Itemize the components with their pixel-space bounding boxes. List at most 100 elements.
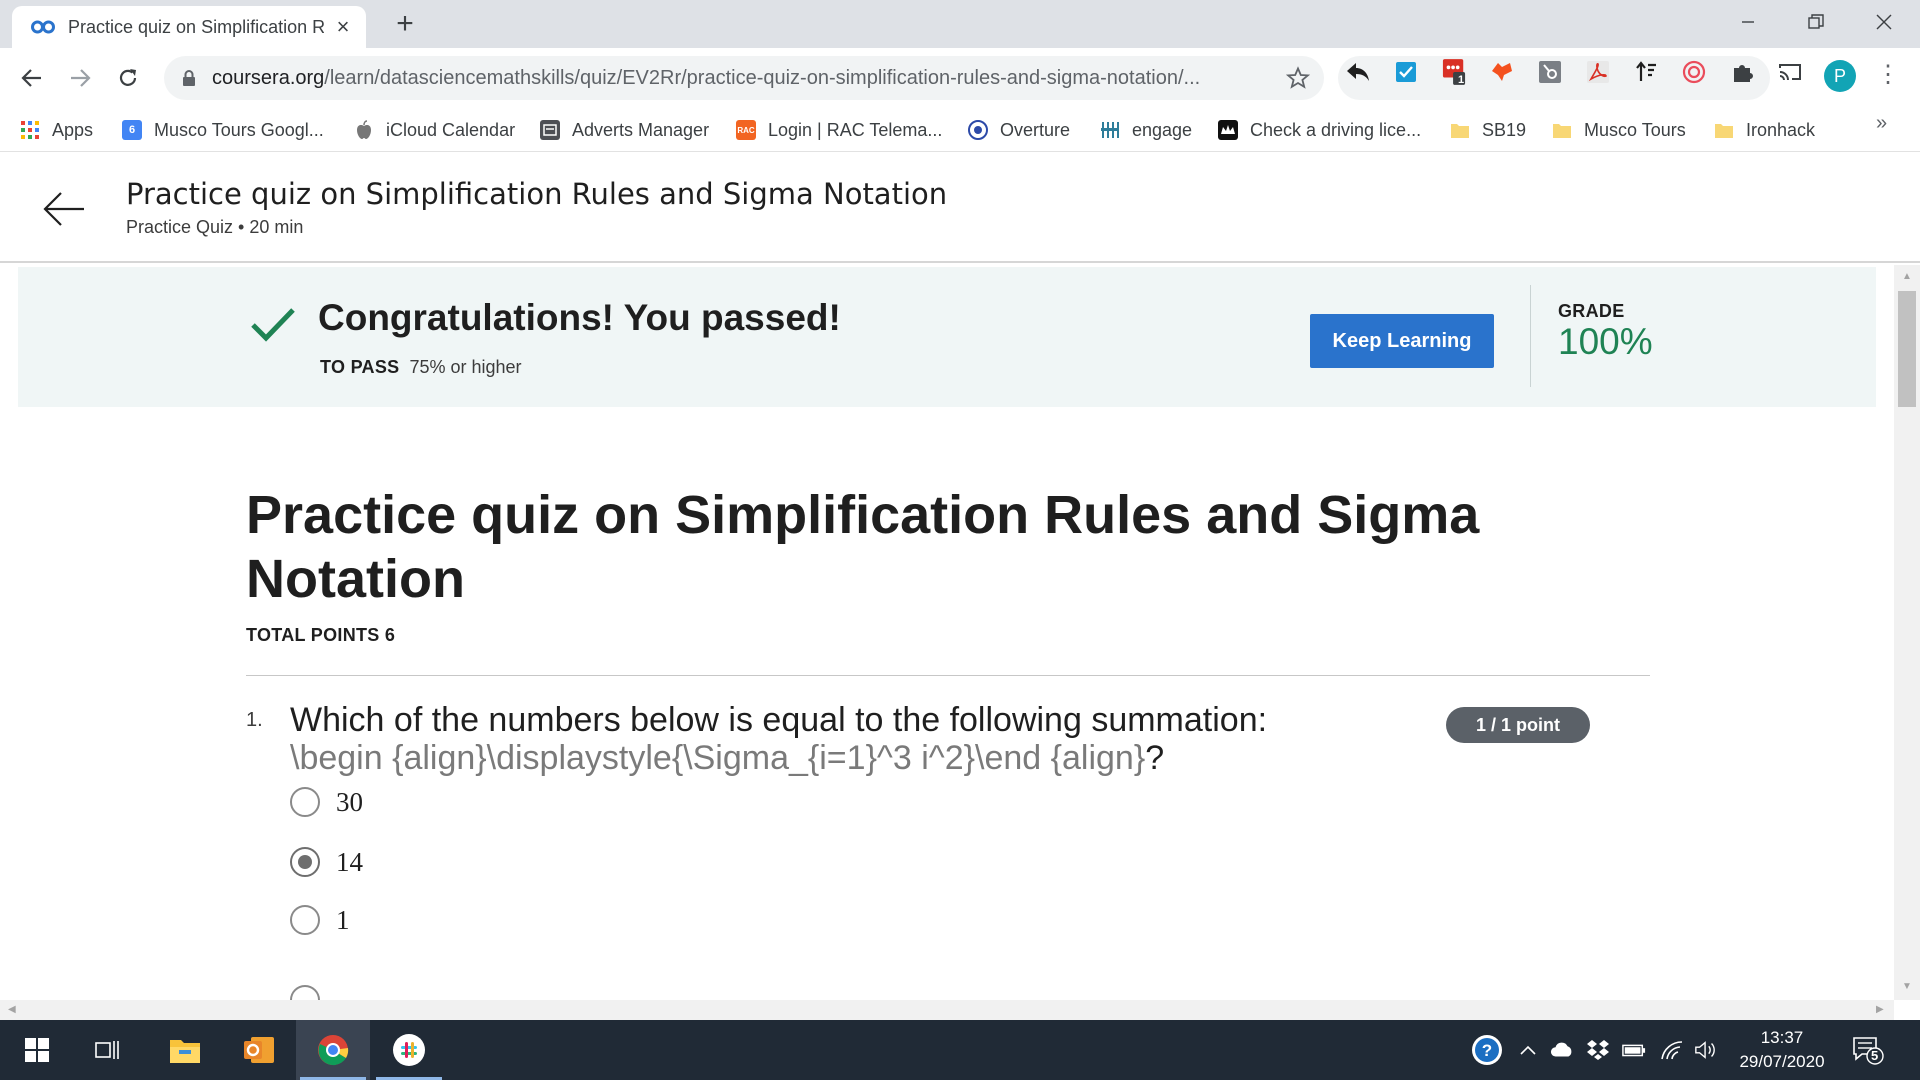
help-icon[interactable]: ? <box>1470 1033 1504 1067</box>
bookmark-label: Musco Tours <box>1584 119 1686 140</box>
adverts-manager-icon <box>540 120 560 140</box>
checkbox-extension-icon[interactable] <box>1394 60 1418 84</box>
quiz-title: Practice quiz on Simplification Rules an… <box>246 485 1480 609</box>
bookmark-rac-telematics[interactable]: RAC Login | RAC Telema... <box>736 116 942 144</box>
grade-label: GRADE <box>1558 301 1625 321</box>
outlook-app-icon[interactable] <box>222 1020 296 1080</box>
bookmark-apps[interactable]: Apps <box>20 116 93 144</box>
new-tab-button[interactable]: + <box>390 9 420 40</box>
notification-center-icon[interactable]: 5 <box>1852 1036 1884 1066</box>
windows-start-icon[interactable] <box>0 1020 74 1080</box>
browser-tab[interactable]: Practice quiz on Simplification Rules an… <box>12 6 366 48</box>
bookmark-check-driving-licence[interactable]: Check a driving lice... <box>1218 116 1421 144</box>
keep-learning-button[interactable]: Keep Learning <box>1310 314 1494 368</box>
bookmark-adverts-manager[interactable]: Adverts Manager <box>540 116 709 144</box>
scroll-down-icon[interactable]: ▼ <box>1902 981 1912 992</box>
extensions-puzzle-icon[interactable] <box>1730 60 1754 84</box>
answer-option-selected[interactable]: 14 <box>290 845 363 879</box>
bookmark-folder-musco-tours[interactable]: Musco Tours <box>1552 116 1686 144</box>
bookmarks-overflow-button[interactable]: » <box>1876 112 1887 135</box>
pdf-extension-icon[interactable] <box>1586 60 1610 84</box>
windows-taskbar: ? 13:37 29/07/2020 5 <box>0 1020 1920 1080</box>
bookmark-label: Musco Tours Googl... <box>154 119 324 140</box>
back-arrow-icon[interactable] <box>42 189 86 229</box>
scroll-left-icon[interactable]: ◀ <box>8 1004 16 1015</box>
minimize-icon[interactable] <box>1714 0 1782 44</box>
horizontal-scrollbar[interactable]: ◀ ▶ <box>0 1000 1894 1020</box>
volume-icon[interactable] <box>1694 1038 1718 1062</box>
forward-icon[interactable] <box>64 62 96 94</box>
wifi-icon[interactable] <box>1660 1038 1684 1062</box>
option-label: 14 <box>336 846 363 877</box>
hubspot-extension-icon[interactable] <box>1538 60 1562 84</box>
scroll-right-icon[interactable]: ▶ <box>1876 1004 1884 1015</box>
chevron-up-icon[interactable] <box>1516 1038 1540 1062</box>
bookmark-folder-ironhack[interactable]: Ironhack <box>1714 116 1815 144</box>
question-number: 1. <box>246 709 263 731</box>
scrollbar-thumb[interactable] <box>1898 291 1916 407</box>
bookmark-label: Login | RAC Telema... <box>768 119 943 140</box>
restore-icon[interactable] <box>1782 0 1850 44</box>
address-bar[interactable]: coursera.org/learn/datasciencemathskills… <box>164 56 1324 100</box>
scroll-up-icon[interactable]: ▲ <box>1902 271 1912 282</box>
question-text: Which of the numbers below is equal to t… <box>290 701 1390 777</box>
overture-icon <box>968 120 988 140</box>
cast-icon[interactable] <box>1778 60 1802 84</box>
bookmark-label: Check a driving lice... <box>1250 119 1422 140</box>
back-icon[interactable] <box>16 62 48 94</box>
vertical-scrollbar[interactable]: ▲ ▼ <box>1894 265 1920 1000</box>
window-close-icon[interactable] <box>1850 0 1918 44</box>
browser-menu-icon[interactable]: ⋮ <box>1876 60 1900 92</box>
onedrive-cloud-icon[interactable] <box>1550 1038 1574 1062</box>
bookmark-label: Overture <box>1000 119 1071 140</box>
task-view-icon[interactable] <box>70 1020 144 1080</box>
bookmark-folder-sb19[interactable]: SB19 <box>1450 116 1526 144</box>
engage-icon <box>1100 120 1120 140</box>
calendar-extension-icon[interactable]: 1 <box>1442 59 1466 86</box>
answer-option[interactable]: 30 <box>290 785 363 819</box>
answer-option-partial[interactable] <box>290 983 320 1000</box>
dropbox-icon[interactable] <box>1586 1038 1610 1062</box>
fox-extension-icon[interactable] <box>1490 60 1514 84</box>
file-explorer-icon[interactable] <box>148 1020 222 1080</box>
question-prompt: Which of the numbers below is equal to t… <box>290 701 1268 739</box>
bookmark-musco-tours-google[interactable]: 6 Musco Tours Googl... <box>122 116 324 144</box>
tab-close-icon[interactable]: × <box>332 16 354 38</box>
answer-option[interactable]: 1 <box>290 903 350 937</box>
bookmark-star-icon[interactable] <box>1286 66 1310 90</box>
apple-icon <box>354 120 374 140</box>
folder-icon <box>1450 120 1470 140</box>
folder-icon <box>1552 120 1572 140</box>
option-label: 1 <box>336 904 350 935</box>
bookmark-icloud-calendar[interactable]: iCloud Calendar <box>354 116 515 144</box>
radio-button[interactable] <box>290 985 320 1000</box>
folder-icon <box>1714 120 1734 140</box>
reload-icon[interactable] <box>112 62 144 94</box>
banner-divider <box>1530 285 1531 387</box>
question-suffix: ? <box>1145 739 1165 777</box>
bookmark-label: SB19 <box>1482 119 1527 140</box>
radio-button[interactable] <box>290 905 320 935</box>
rac-logo-icon: RAC <box>736 120 756 140</box>
sort-extension-icon[interactable] <box>1634 60 1658 84</box>
reply-extension-icon[interactable] <box>1346 60 1370 84</box>
spiral-extension-icon[interactable] <box>1682 60 1706 84</box>
system-clock[interactable]: 13:37 29/07/2020 <box>1726 1026 1838 1074</box>
coursera-favicon-icon <box>31 20 55 34</box>
bookmarks-bar: Apps 6 Musco Tours Googl... iCloud Calen… <box>0 108 1920 152</box>
main-content[interactable]: Congratulations! You passed! TO PASS 75% … <box>0 265 1894 1000</box>
slack-app-icon[interactable] <box>372 1020 446 1080</box>
lock-icon <box>183 70 195 86</box>
url-path: /learn/datasciencemathskills/quiz/EV2Rr/… <box>324 66 1201 89</box>
profile-avatar[interactable]: P <box>1824 60 1856 92</box>
extension-badge: 1 <box>1458 74 1465 86</box>
bookmark-engage[interactable]: engage <box>1100 116 1192 144</box>
grade-value: 100% <box>1558 321 1653 362</box>
bookmark-overture[interactable]: Overture <box>968 116 1070 144</box>
apps-grid-icon <box>20 120 40 140</box>
radio-button-checked[interactable] <box>290 847 320 877</box>
battery-icon[interactable] <box>1622 1038 1646 1062</box>
radio-button[interactable] <box>290 787 320 817</box>
chrome-app-icon[interactable] <box>296 1020 370 1080</box>
radio-dot <box>298 855 312 869</box>
